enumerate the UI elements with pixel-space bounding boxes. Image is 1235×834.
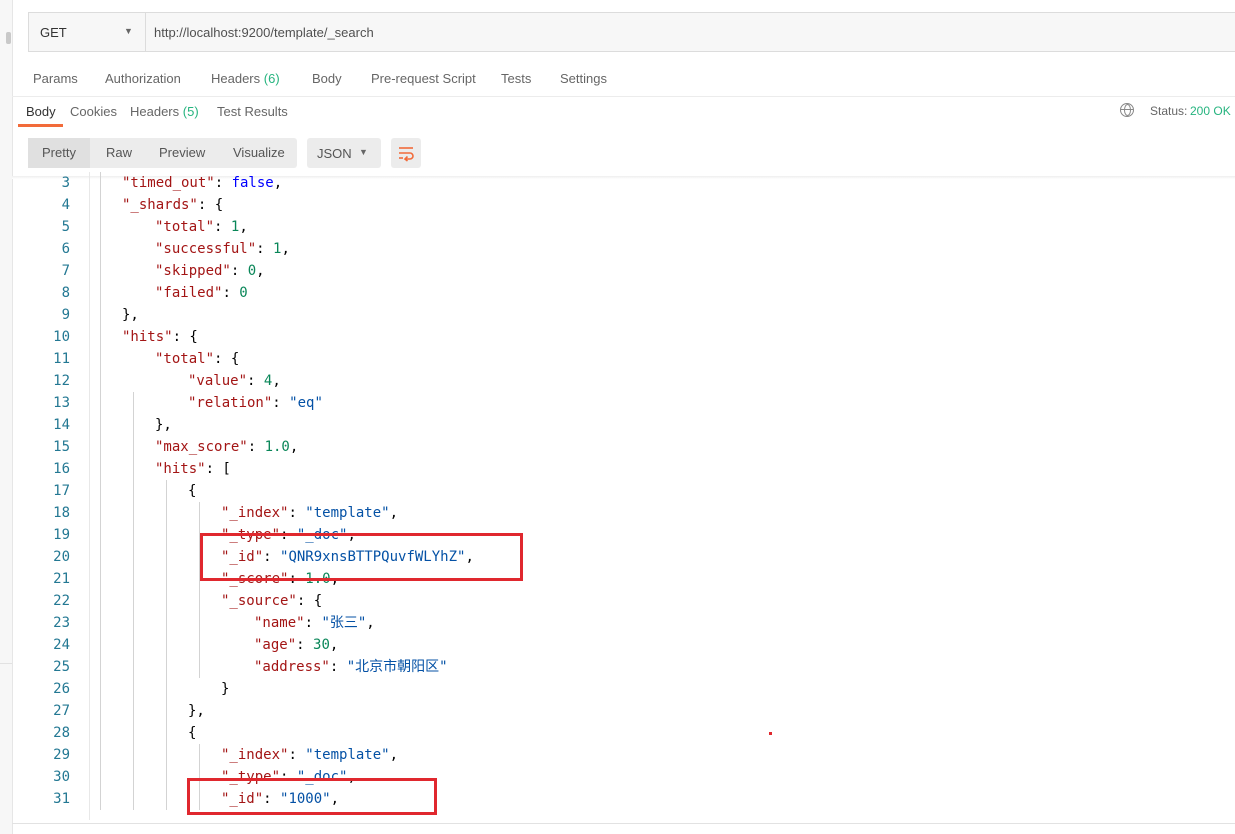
code-text: "age": 30, xyxy=(254,637,339,653)
line-number: 24 xyxy=(53,637,70,653)
code-text: "value": 4, xyxy=(188,373,281,389)
line-number: 8 xyxy=(61,285,70,301)
line-number: 28 xyxy=(53,725,70,741)
line-number: 30 xyxy=(53,769,70,785)
line-number: 17 xyxy=(53,483,70,499)
indent-guide xyxy=(166,480,167,810)
code-text: "timed_out": false, xyxy=(122,175,283,191)
line-number: 19 xyxy=(53,527,70,543)
code-text: "skipped": 0, xyxy=(155,263,265,279)
indent-guide xyxy=(100,172,101,810)
tab-settings[interactable]: Settings xyxy=(560,71,607,86)
line-number: 18 xyxy=(53,505,70,521)
language-label: JSON xyxy=(317,146,352,161)
line-number: 15 xyxy=(53,439,70,455)
headers-count: (6) xyxy=(263,71,280,86)
tab-tests[interactable]: Tests xyxy=(501,71,531,86)
section-divider xyxy=(12,96,1235,97)
line-number: 21 xyxy=(53,571,70,587)
response-headers-count: (5) xyxy=(182,104,199,119)
code-text: "successful": 1, xyxy=(155,241,290,257)
line-number: 25 xyxy=(53,659,70,675)
gutter-border xyxy=(89,172,90,820)
pretty-button[interactable]: Pretty xyxy=(28,138,90,168)
globe-icon[interactable] xyxy=(1120,103,1134,117)
code-text: }, xyxy=(155,417,172,433)
format-button-group: Pretty Raw Preview Visualize xyxy=(28,138,297,168)
code-text: "hits": { xyxy=(122,329,198,345)
line-number: 26 xyxy=(53,681,70,697)
line-number: 31 xyxy=(53,791,70,807)
code-text: "address": "北京市朝阳区" xyxy=(254,659,448,675)
code-text: "_index": "template", xyxy=(221,505,399,521)
raw-button[interactable]: Raw xyxy=(106,138,132,168)
line-number: 9 xyxy=(61,307,70,323)
code-text: "_source": { xyxy=(221,593,323,609)
line-number: 13 xyxy=(53,395,70,411)
code-text: "hits": [ xyxy=(155,461,231,477)
line-number: 16 xyxy=(53,461,70,477)
chevron-down-icon: ▼ xyxy=(124,26,133,36)
code-text: }, xyxy=(188,703,205,719)
code-text: } xyxy=(221,681,230,697)
wrap-lines-button[interactable] xyxy=(391,138,421,168)
line-number: 4 xyxy=(61,197,70,213)
line-number: 11 xyxy=(53,351,70,367)
language-select[interactable]: JSON ▼ xyxy=(307,138,381,168)
code-text: { xyxy=(188,483,197,499)
code-text: "name": "张三", xyxy=(254,615,375,631)
line-number: 10 xyxy=(53,329,70,345)
line-number: 23 xyxy=(53,615,70,631)
divider xyxy=(0,663,12,664)
code-text: "max_score": 1.0, xyxy=(155,439,299,455)
line-number: 5 xyxy=(61,219,70,235)
code-text: "failed": 0 xyxy=(155,285,248,301)
indent-guide xyxy=(199,502,200,678)
request-url-bar: GET ▼ http://localhost:9200/template/_se… xyxy=(28,12,1235,52)
annotation-dot xyxy=(769,732,772,735)
line-number: 27 xyxy=(53,703,70,719)
method-select[interactable]: GET ▼ xyxy=(29,13,146,51)
code-text: "_index": "template", xyxy=(221,747,399,763)
active-tab-indicator xyxy=(18,124,63,127)
status-label: Status: xyxy=(1150,104,1188,118)
highlight-box-id-2 xyxy=(187,778,437,815)
highlight-box-id-1 xyxy=(200,533,523,581)
line-number: 29 xyxy=(53,747,70,763)
line-number: 6 xyxy=(61,241,70,257)
tab-cookies[interactable]: Cookies xyxy=(70,104,117,119)
bottom-border xyxy=(12,823,1235,824)
code-text: }, xyxy=(122,307,139,323)
tab-response-headers[interactable]: Headers (5) xyxy=(130,104,199,119)
response-body-editor[interactable]: 3 "timed_out": false, 4 "_shards": { 5 "total… xyxy=(12,172,1235,820)
line-number: 14 xyxy=(53,417,70,433)
tab-authorization[interactable]: Authorization xyxy=(105,71,181,86)
line-number: 22 xyxy=(53,593,70,609)
line-number: 3 xyxy=(61,175,70,191)
tab-body[interactable]: Body xyxy=(312,71,342,86)
tab-headers[interactable]: Headers (6) xyxy=(211,71,280,86)
tab-pre-request-script[interactable]: Pre-request Script xyxy=(371,71,476,86)
line-number: 7 xyxy=(61,263,70,279)
status-value: 200 OK xyxy=(1190,104,1231,118)
preview-button[interactable]: Preview xyxy=(159,138,205,168)
code-text: "relation": "eq" xyxy=(188,395,323,411)
tab-response-body[interactable]: Body xyxy=(26,104,56,119)
method-label: GET xyxy=(40,25,67,40)
code-text: { xyxy=(188,725,197,741)
line-number: 20 xyxy=(53,549,70,565)
code-text: "_shards": { xyxy=(122,197,224,213)
indent-guide xyxy=(133,392,134,810)
tab-test-results[interactable]: Test Results xyxy=(217,104,288,119)
line-number: 12 xyxy=(53,373,70,389)
sidebar-scroll-handle[interactable] xyxy=(6,32,11,44)
tab-params[interactable]: Params xyxy=(33,71,78,86)
url-input[interactable]: http://localhost:9200/template/_search xyxy=(154,25,374,40)
wrap-lines-icon xyxy=(399,147,414,162)
visualize-button[interactable]: Visualize xyxy=(233,138,285,168)
code-text: "total": 1, xyxy=(155,219,248,235)
code-text: "total": { xyxy=(155,351,240,367)
chevron-down-icon: ▼ xyxy=(359,147,368,157)
